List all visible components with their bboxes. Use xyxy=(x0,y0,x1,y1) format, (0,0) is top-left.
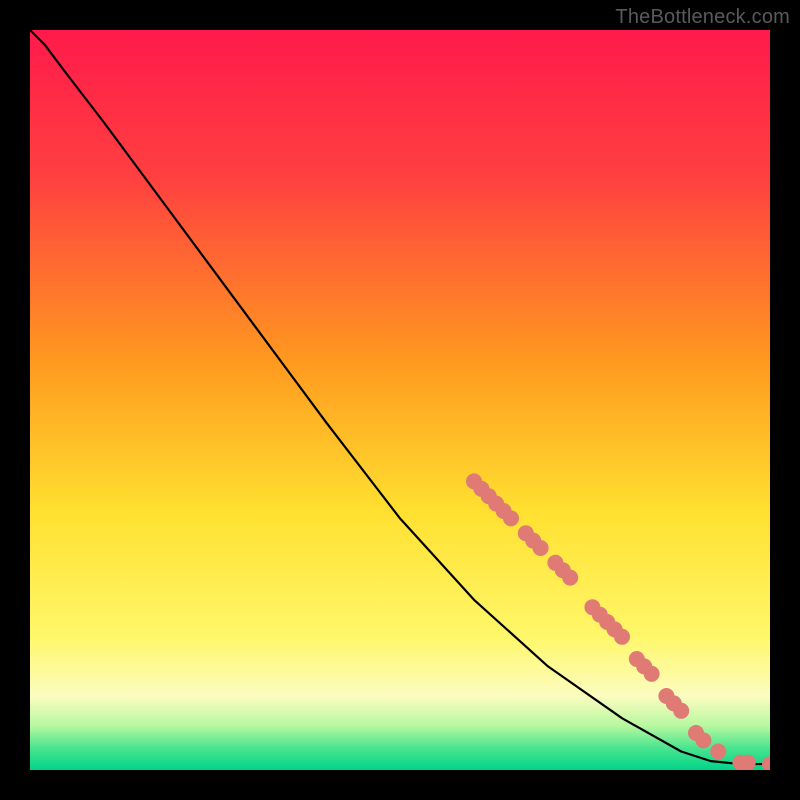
chart-overlay xyxy=(30,30,770,770)
data-marker xyxy=(562,570,578,586)
data-marker xyxy=(673,703,689,719)
chart-stage: TheBottleneck.com xyxy=(0,0,800,800)
data-marker xyxy=(695,732,711,748)
data-marker xyxy=(644,666,660,682)
data-markers xyxy=(466,473,770,770)
data-marker xyxy=(533,540,549,556)
data-marker xyxy=(614,629,630,645)
curve-line xyxy=(30,30,770,764)
watermark-text: TheBottleneck.com xyxy=(615,6,790,29)
data-marker xyxy=(503,510,519,526)
plot-area xyxy=(30,30,770,770)
data-marker xyxy=(710,744,726,760)
data-marker xyxy=(740,755,756,770)
data-marker xyxy=(762,756,770,770)
